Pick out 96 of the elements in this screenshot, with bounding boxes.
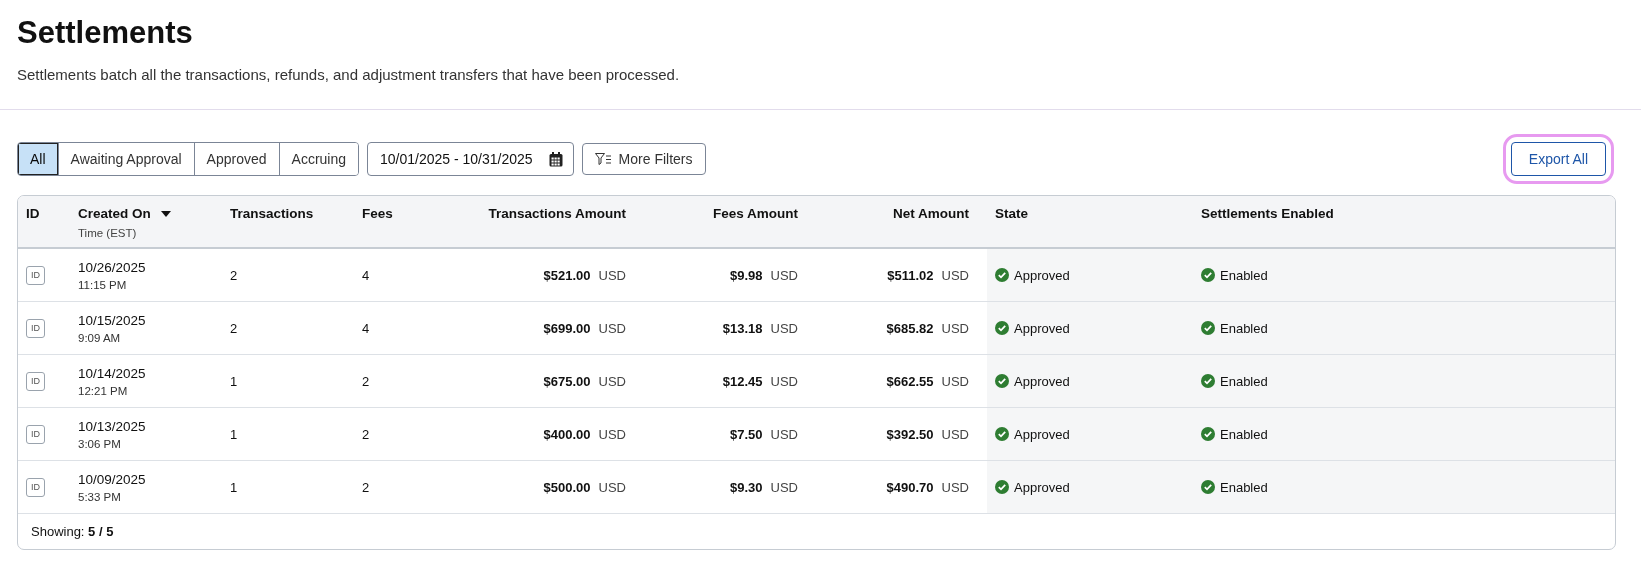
column-subheader: Time (EST)	[78, 227, 138, 239]
table-cell-text: 2	[230, 320, 239, 336]
check-circle-icon	[1201, 268, 1215, 282]
date: 10/09/2025	[78, 471, 147, 487]
amount: $7.50	[730, 426, 763, 442]
export-button[interactable]: Export All	[1510, 142, 1606, 176]
id-badge[interactable]: ID	[26, 265, 45, 285]
date: 10/13/2025	[78, 418, 147, 434]
state-label: Approved	[1014, 426, 1070, 442]
column-header: Net Amount	[893, 206, 969, 221]
id-badge[interactable]: ID	[26, 477, 45, 497]
amount: $521.00	[543, 267, 591, 283]
check-circle-icon	[995, 480, 1009, 494]
currency: USD	[770, 479, 798, 495]
currency: USD	[598, 426, 626, 442]
amount: $400.00	[543, 426, 591, 442]
table-cell-text: 2	[362, 373, 371, 389]
column-header: ID	[26, 206, 41, 221]
amount: $500.00	[543, 479, 591, 495]
amount: $12.45	[722, 373, 763, 389]
date: 10/26/2025	[78, 259, 147, 275]
sort-caret-icon[interactable]	[160, 210, 171, 217]
enabled-label: Enabled	[1220, 267, 1268, 283]
currency: USD	[941, 426, 969, 442]
id-badge[interactable]: ID	[26, 318, 45, 338]
state-label: Approved	[1014, 373, 1070, 389]
column-header: Transactions Amount	[488, 206, 626, 221]
column-header[interactable]: Created On	[78, 206, 151, 221]
check-circle-icon	[995, 268, 1009, 282]
id-badge[interactable]: ID	[26, 371, 45, 391]
currency: USD	[770, 373, 798, 389]
filter-tab[interactable]: All	[18, 143, 58, 175]
column-header: Transactions	[230, 206, 315, 221]
currency: USD	[598, 479, 626, 495]
amount: $9.98	[730, 267, 763, 283]
column-header: Fees Amount	[713, 206, 798, 221]
more-filters-button[interactable]: More Filters	[581, 143, 706, 175]
table-cell-text: 4	[362, 267, 371, 283]
check-circle-icon	[1201, 321, 1215, 335]
date-range-field[interactable]: 10/01/2025 - 10/31/2025	[367, 142, 574, 176]
filter-icon	[594, 153, 611, 165]
enabled-label: Enabled	[1220, 479, 1268, 495]
currency: USD	[770, 267, 798, 283]
currency: USD	[941, 373, 969, 389]
table-cell-text: 1	[230, 373, 239, 389]
time: 12:21 PM	[78, 384, 129, 397]
currency: USD	[941, 267, 969, 283]
calendar-icon	[548, 151, 563, 167]
date: 10/14/2025	[78, 365, 147, 381]
state-label: Approved	[1014, 479, 1070, 495]
table-cell-text: 1	[230, 426, 239, 442]
time: 11:15 PM	[78, 278, 128, 291]
currency: USD	[941, 320, 969, 336]
state-label: Approved	[1014, 320, 1070, 336]
amount: $13.18	[722, 320, 763, 336]
amount: $9.30	[730, 479, 763, 495]
currency: USD	[941, 479, 969, 495]
currency: USD	[770, 320, 798, 336]
time: 5:33 PM	[78, 490, 122, 503]
amount: $490.70	[886, 479, 934, 495]
check-circle-icon	[995, 321, 1009, 335]
amount: $685.82	[886, 320, 934, 336]
check-circle-icon	[995, 427, 1009, 441]
time: 3:06 PM	[78, 437, 122, 450]
check-circle-icon	[1201, 374, 1215, 388]
column-header: Settlements Enabled	[1201, 206, 1335, 221]
enabled-label: Enabled	[1220, 320, 1268, 336]
date: 10/15/2025	[78, 312, 147, 328]
currency: USD	[598, 267, 626, 283]
table-cell-text: 2	[362, 479, 371, 495]
column-header: State	[995, 206, 1029, 221]
column-header: Fees	[362, 206, 394, 221]
check-circle-icon	[1201, 427, 1215, 441]
table-cell-text: 2	[230, 267, 239, 283]
currency: USD	[598, 320, 626, 336]
enabled-label: Enabled	[1220, 426, 1268, 442]
check-circle-icon	[1201, 480, 1215, 494]
table-cell-text: 1	[230, 479, 239, 495]
amount: $392.50	[886, 426, 934, 442]
page-title: Settlements	[17, 14, 194, 52]
check-circle-icon	[995, 374, 1009, 388]
table-cell-text: 2	[362, 426, 371, 442]
showing-count: Showing: 5 / 5	[31, 524, 114, 539]
amount: $662.55	[886, 373, 934, 389]
time: 9:09 AM	[78, 331, 122, 344]
filter-tab[interactable]: Accruing	[278, 143, 358, 175]
page-description: Settlements batch all the transactions, refunds, and adjustment transfers that have been processed.	[17, 66, 681, 83]
amount: $511.02	[887, 267, 934, 283]
amount: $699.00	[543, 320, 591, 336]
id-badge[interactable]: ID	[26, 424, 45, 444]
currency: USD	[770, 426, 798, 442]
state-label: Approved	[1014, 267, 1070, 283]
currency: USD	[598, 373, 626, 389]
enabled-label: Enabled	[1220, 373, 1268, 389]
table-cell-text: 4	[362, 320, 371, 336]
amount: $675.00	[543, 373, 591, 389]
